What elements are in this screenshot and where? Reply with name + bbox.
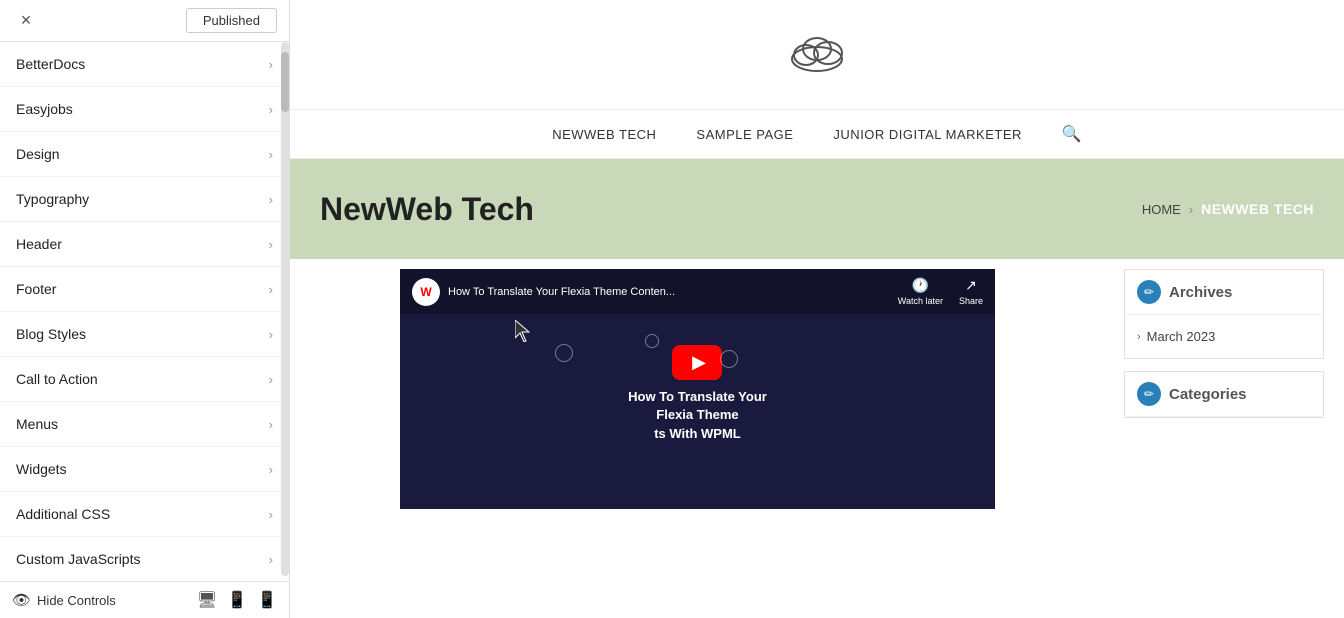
archives-item[interactable]: › March 2023 (1137, 325, 1311, 348)
sidebar-item-menus[interactable]: Menus › (0, 402, 289, 447)
sidebar: × Published BetterDocs›Easyjobs›Design›T… (0, 0, 290, 618)
main-content: W How To Translate Your Flexia Theme Con… (300, 269, 1114, 509)
sidebar-item-typography[interactable]: Typography › (0, 177, 289, 222)
breadcrumb-current: NEWWEB TECH (1201, 201, 1314, 217)
eye-icon: 👁 (12, 591, 31, 609)
sidebar-item-design[interactable]: Design › (0, 132, 289, 177)
archives-item-label: March 2023 (1147, 329, 1216, 344)
chevron-right-icon: › (269, 417, 273, 432)
archives-widget-header: ✏ Archives (1125, 270, 1323, 315)
sidebar-item-label: Design (16, 146, 60, 162)
mobile-icon[interactable]: 📱 (257, 590, 277, 610)
scrollbar[interactable] (281, 42, 289, 576)
chevron-right-icon: › (269, 192, 273, 207)
yt-watch-later-label: Watch later (898, 296, 943, 306)
sidebar-item-easyjobs[interactable]: Easyjobs › (0, 87, 289, 132)
categories-widget-title: Categories (1169, 386, 1247, 403)
yt-circle-1 (555, 344, 573, 362)
chevron-right-icon: › (269, 282, 273, 297)
yt-circle-2 (645, 334, 659, 348)
sidebar-item-label: BetterDocs (16, 56, 85, 72)
sidebar-item-label: Additional CSS (16, 506, 110, 522)
sidebar-item-header[interactable]: Header › (0, 222, 289, 267)
chevron-right-icon: › (269, 57, 273, 72)
chevron-right-icon: › (269, 507, 273, 522)
yt-video-title: How To Translate Your Flexia Theme Conte… (448, 286, 675, 298)
chevron-right-icon: › (269, 237, 273, 252)
main-preview-area: NEWWEB TECH SAMPLE PAGE JUNIOR DIGITAL M… (290, 0, 1344, 618)
sidebar-item-custom-javascripts[interactable]: Custom JavaScripts › (0, 537, 289, 581)
yt-overlay-text: How To Translate Your Flexia Theme ts Wi… (628, 388, 767, 443)
yt-share-label: Share (959, 296, 983, 306)
site-navigation: NEWWEB TECH SAMPLE PAGE JUNIOR DIGITAL M… (290, 110, 1344, 159)
desktop-icon[interactable]: 🖥 (197, 590, 217, 610)
sidebar-item-label: Header (16, 236, 62, 252)
sidebar-item-label: Menus (16, 416, 58, 432)
chevron-right-icon: › (269, 372, 273, 387)
breadcrumb-home[interactable]: HOME (1142, 202, 1181, 217)
categories-edit-button[interactable]: ✏ (1137, 382, 1161, 406)
hide-controls-label: Hide Controls (37, 593, 116, 608)
published-button[interactable]: Published (186, 8, 277, 33)
archives-widget: ✏ Archives › March 2023 (1124, 269, 1324, 359)
sidebar-item-additional-css[interactable]: Additional CSS › (0, 492, 289, 537)
sidebar-item-label: Blog Styles (16, 326, 86, 342)
yt-channel-logo: W (412, 278, 440, 306)
chevron-right-icon: › (269, 462, 273, 477)
nav-search-icon[interactable]: 🔍 (1062, 124, 1082, 144)
sidebar-item-label: Easyjobs (16, 101, 73, 117)
yt-watch-later-icon: 🕐 (912, 277, 929, 294)
categories-widget: ✏ Categories (1124, 371, 1324, 418)
yt-watch-later[interactable]: 🕐 Watch later (898, 277, 943, 306)
sidebar-item-betterdocs[interactable]: BetterDocs › (0, 42, 289, 87)
archives-widget-content: › March 2023 (1125, 315, 1323, 358)
site-hero-banner: NewWeb Tech HOME › NEWWEB TECH (290, 159, 1344, 259)
hide-controls-toggle[interactable]: 👁 Hide Controls (12, 591, 116, 609)
youtube-embed[interactable]: W How To Translate Your Flexia Theme Con… (400, 269, 995, 509)
site-logo-area (290, 0, 1344, 110)
chevron-right-icon: › (269, 327, 273, 342)
yt-channel-info: W How To Translate Your Flexia Theme Con… (412, 278, 675, 306)
sidebar-footer: 👁 Hide Controls 🖥 📱 📱 (0, 581, 289, 618)
categories-widget-header: ✏ Categories (1125, 372, 1323, 417)
sidebar-item-call-to-action[interactable]: Call to Action › (0, 357, 289, 402)
chevron-right-icon: › (269, 552, 273, 567)
nav-item-junior[interactable]: JUNIOR DIGITAL MARKETER (833, 127, 1021, 142)
content-area: W How To Translate Your Flexia Theme Con… (290, 259, 1344, 519)
widget-sidebar: ✏ Archives › March 2023 ✏ Categories (1114, 269, 1334, 509)
sidebar-header: × Published (0, 0, 289, 42)
scrollbar-thumb (281, 52, 289, 112)
sidebar-items-list: BetterDocs›Easyjobs›Design›Typography›He… (0, 42, 289, 581)
yt-center-content: How To Translate Your Flexia Theme ts Wi… (628, 345, 767, 443)
hero-title: NewWeb Tech (320, 191, 534, 228)
breadcrumb: HOME › NEWWEB TECH (1142, 201, 1314, 217)
sidebar-item-label: Custom JavaScripts (16, 551, 140, 567)
nav-item-sample[interactable]: SAMPLE PAGE (696, 127, 793, 142)
breadcrumb-separator: › (1189, 202, 1193, 217)
preview-mode-icons: 🖥 📱 📱 (197, 590, 277, 610)
tablet-icon[interactable]: 📱 (227, 590, 247, 610)
archives-chevron-icon: › (1137, 331, 1141, 343)
sidebar-item-label: Widgets (16, 461, 67, 477)
sidebar-item-label: Call to Action (16, 371, 98, 387)
sidebar-item-label: Footer (16, 281, 56, 297)
site-logo-icon (782, 27, 852, 83)
yt-content: How To Translate Your Flexia Theme ts Wi… (400, 314, 995, 474)
sidebar-item-widgets[interactable]: Widgets › (0, 447, 289, 492)
yt-controls: 🕐 Watch later ↗ Share (898, 277, 983, 306)
yt-share-icon: ↗ (965, 277, 977, 294)
chevron-right-icon: › (269, 102, 273, 117)
archives-edit-button[interactable]: ✏ (1137, 280, 1161, 304)
yt-play-button[interactable] (672, 345, 722, 380)
archives-widget-title: Archives (1169, 284, 1232, 301)
yt-circle-3 (720, 350, 738, 368)
yt-header: W How To Translate Your Flexia Theme Con… (400, 269, 995, 314)
close-button[interactable]: × (12, 7, 40, 35)
chevron-right-icon: › (269, 147, 273, 162)
sidebar-item-footer[interactable]: Footer › (0, 267, 289, 312)
sidebar-item-blog-styles[interactable]: Blog Styles › (0, 312, 289, 357)
yt-share[interactable]: ↗ Share (959, 277, 983, 306)
sidebar-item-label: Typography (16, 191, 89, 207)
nav-item-newweb[interactable]: NEWWEB TECH (552, 127, 656, 142)
